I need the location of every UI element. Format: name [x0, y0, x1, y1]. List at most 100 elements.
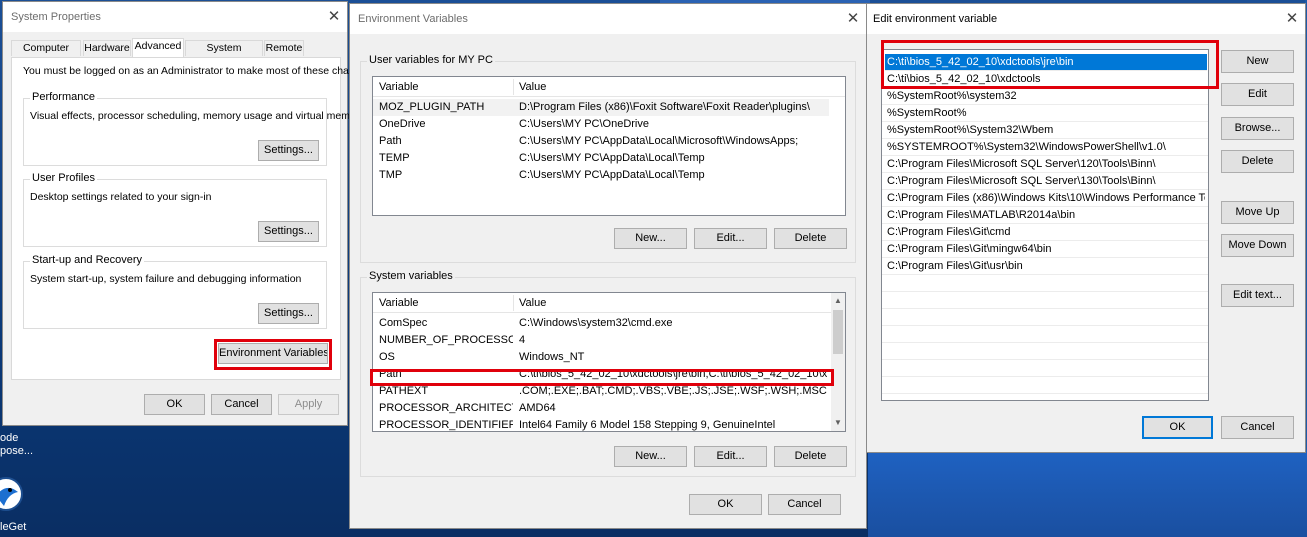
ok-button[interactable]: OK — [1142, 416, 1213, 439]
ok-button[interactable]: OK — [689, 494, 762, 515]
move-up-button[interactable]: Move Up — [1221, 201, 1294, 224]
table-row[interactable]: PROCESSOR_ARCHITECTURE AMD64 — [373, 400, 829, 417]
path-entry-text: %SystemRoot%\System32\Wbem — [887, 124, 1054, 136]
list-item[interactable]: %SYSTEMROOT%\System32\WindowsPowerShell\… — [882, 139, 1208, 156]
tab-remote[interactable]: Remote — [264, 40, 304, 56]
list-item[interactable]: %SystemRoot%\System32\Wbem — [882, 122, 1208, 139]
desktop-icon-label[interactable]: leGet — [0, 521, 26, 533]
desktop-app-icon[interactable] — [0, 472, 24, 518]
environment-variables-button[interactable]: Environment Variables... — [218, 343, 328, 364]
new-button[interactable]: New — [1221, 50, 1294, 73]
table-row[interactable]: Path C:\Users\MY PC\AppData\Local\Microso… — [373, 133, 829, 150]
move-down-button[interactable]: Move Down — [1221, 234, 1294, 257]
variable-name-cell: OneDrive — [379, 118, 426, 130]
system-variables-list[interactable]: Variable Value ComSpec C:\Windows\system3… — [372, 292, 846, 432]
user-edit-button[interactable]: Edit... — [694, 228, 767, 249]
list-item[interactable] — [882, 377, 1208, 394]
variable-value-cell: 4 — [519, 334, 526, 346]
table-row[interactable]: PROCESSOR_IDENTIFIER Intel64 Family 6 Mod… — [373, 417, 829, 431]
column-header-value[interactable]: Value — [519, 297, 819, 309]
title-bar[interactable]: System Properties ✕ — [3, 2, 347, 32]
table-row[interactable]: ComSpec C:\Windows\system32\cmd.exe — [373, 315, 829, 332]
path-entries-list[interactable]: C:\ti\bios_5_42_02_10\xdctools\jre\bin C:… — [881, 49, 1209, 401]
title-bar[interactable]: Environment Variables ✕ — [350, 4, 866, 34]
environment-variables-window: Environment Variables ✕ User variables f… — [349, 3, 867, 529]
system-new-button[interactable]: New... — [614, 446, 687, 467]
startup-recovery-settings-button[interactable]: Settings... — [258, 303, 319, 324]
tab-hardware[interactable]: Hardware — [83, 40, 131, 56]
user-new-button[interactable]: New... — [614, 228, 687, 249]
cancel-button[interactable]: Cancel — [1221, 416, 1294, 439]
scroll-thumb[interactable] — [833, 310, 843, 354]
list-item[interactable] — [882, 275, 1208, 292]
table-row[interactable]: NUMBER_OF_PROCESSORS 4 — [373, 332, 829, 349]
system-variables-label: System variables — [367, 270, 455, 282]
list-item[interactable] — [882, 326, 1208, 343]
column-header-value[interactable]: Value — [519, 81, 819, 93]
path-entry-text: C:\Program Files (x86)\Windows Kits\10\W… — [887, 192, 1205, 204]
list-item[interactable] — [882, 343, 1208, 360]
user-profiles-settings-button[interactable]: Settings... — [258, 221, 319, 242]
variable-value-cell: Intel64 Family 6 Model 158 Stepping 9, G… — [519, 419, 776, 431]
tab-computer-name[interactable]: Computer Name — [11, 40, 81, 69]
apply-button[interactable]: Apply — [278, 394, 339, 415]
ok-button[interactable]: OK — [144, 394, 205, 415]
system-variables-group: System variables Variable Value ComSpec C… — [360, 270, 856, 477]
list-item[interactable]: C:\ti\bios_5_42_02_10\xdctools — [882, 71, 1208, 88]
browse-button[interactable]: Browse... — [1221, 117, 1294, 140]
variable-name-cell: OS — [379, 351, 395, 363]
table-row[interactable]: OS Windows_NT — [373, 349, 829, 366]
edit-button[interactable]: Edit — [1221, 83, 1294, 106]
column-header-variable[interactable]: Variable — [379, 81, 509, 93]
list-item[interactable]: C:\Program Files\Microsoft SQL Server\13… — [882, 173, 1208, 190]
list-item[interactable]: C:\Program Files\MATLAB\R2014a\bin — [882, 207, 1208, 224]
table-row[interactable]: PATHEXT .COM;.EXE;.BAT;.CMD;.VBS;.VBE;.JS… — [373, 383, 829, 400]
list-item[interactable] — [882, 360, 1208, 377]
table-row[interactable]: TEMP C:\Users\MY PC\AppData\Local\Temp — [373, 150, 829, 167]
performance-settings-button[interactable]: Settings... — [258, 140, 319, 161]
close-icon[interactable]: ✕ — [1283, 10, 1301, 28]
table-row[interactable]: Path C:\ti\bios_5_42_02_10\xdctools\jre\b… — [373, 366, 829, 383]
scroll-up-arrow[interactable]: ▲ — [831, 295, 845, 307]
list-item[interactable]: C:\Program Files\Microsoft SQL Server\12… — [882, 156, 1208, 173]
user-variables-list[interactable]: Variable Value MOZ_PLUGIN_PATH D:\Program… — [372, 76, 846, 216]
cancel-button[interactable]: Cancel — [768, 494, 841, 515]
vertical-scrollbar[interactable]: ▲ ▼ — [831, 293, 845, 431]
path-entry-text: C:\Program Files\Git\mingw64\bin — [887, 243, 1052, 255]
user-delete-button[interactable]: Delete — [774, 228, 847, 249]
list-item[interactable]: C:\Program Files (x86)\Windows Kits\10\W… — [882, 190, 1208, 207]
column-header-variable[interactable]: Variable — [379, 297, 509, 309]
list-item[interactable]: C:\Program Files\Git\usr\bin — [882, 258, 1208, 275]
edit-text-button[interactable]: Edit text... — [1221, 284, 1294, 307]
tab-system-protection[interactable]: System Protection — [185, 40, 263, 69]
table-row[interactable]: MOZ_PLUGIN_PATH D:\Program Files (x86)\Fo… — [373, 99, 829, 116]
title-bar[interactable]: Edit environment variable ✕ — [867, 4, 1305, 34]
edit-environment-variable-window: Edit environment variable ✕ C:\ti\bios_5… — [866, 3, 1306, 453]
close-icon[interactable]: ✕ — [325, 8, 343, 26]
close-icon[interactable]: ✕ — [844, 10, 862, 28]
list-item[interactable]: C:\Program Files\Git\mingw64\bin — [882, 241, 1208, 258]
variable-name-cell: PROCESSOR_IDENTIFIER — [379, 419, 513, 431]
window-title: Edit environment variable — [873, 13, 998, 25]
variable-value-cell: C:\Users\MY PC\OneDrive — [519, 118, 649, 130]
list-item[interactable]: C:\ti\bios_5_42_02_10\xdctools\jre\bin — [885, 54, 1207, 71]
cancel-button[interactable]: Cancel — [211, 394, 272, 415]
delete-button[interactable]: Delete — [1221, 150, 1294, 173]
path-entry-text: C:\Program Files\Microsoft SQL Server\12… — [887, 158, 1156, 170]
system-delete-button[interactable]: Delete — [774, 446, 847, 467]
user-profiles-description: Desktop settings related to your sign-in — [30, 191, 212, 203]
system-edit-button[interactable]: Edit... — [694, 446, 767, 467]
path-entry-text: C:\Program Files\Git\cmd — [887, 226, 1011, 238]
list-item[interactable]: %SystemRoot% — [882, 105, 1208, 122]
table-row[interactable]: TMP C:\Users\MY PC\AppData\Local\Temp — [373, 167, 829, 184]
list-item[interactable] — [882, 292, 1208, 309]
list-item[interactable]: %SystemRoot%\system32 — [882, 88, 1208, 105]
list-item[interactable]: C:\Program Files\Git\cmd — [882, 224, 1208, 241]
table-row[interactable]: OneDrive C:\Users\MY PC\OneDrive — [373, 116, 829, 133]
desktop-icon-label[interactable]: pose... — [0, 445, 33, 457]
list-item[interactable] — [882, 309, 1208, 326]
desktop-icon-label[interactable]: ode — [0, 432, 18, 444]
scroll-down-arrow[interactable]: ▼ — [831, 417, 845, 429]
variable-name-cell: TMP — [379, 169, 403, 181]
tab-advanced[interactable]: Advanced — [132, 38, 184, 58]
